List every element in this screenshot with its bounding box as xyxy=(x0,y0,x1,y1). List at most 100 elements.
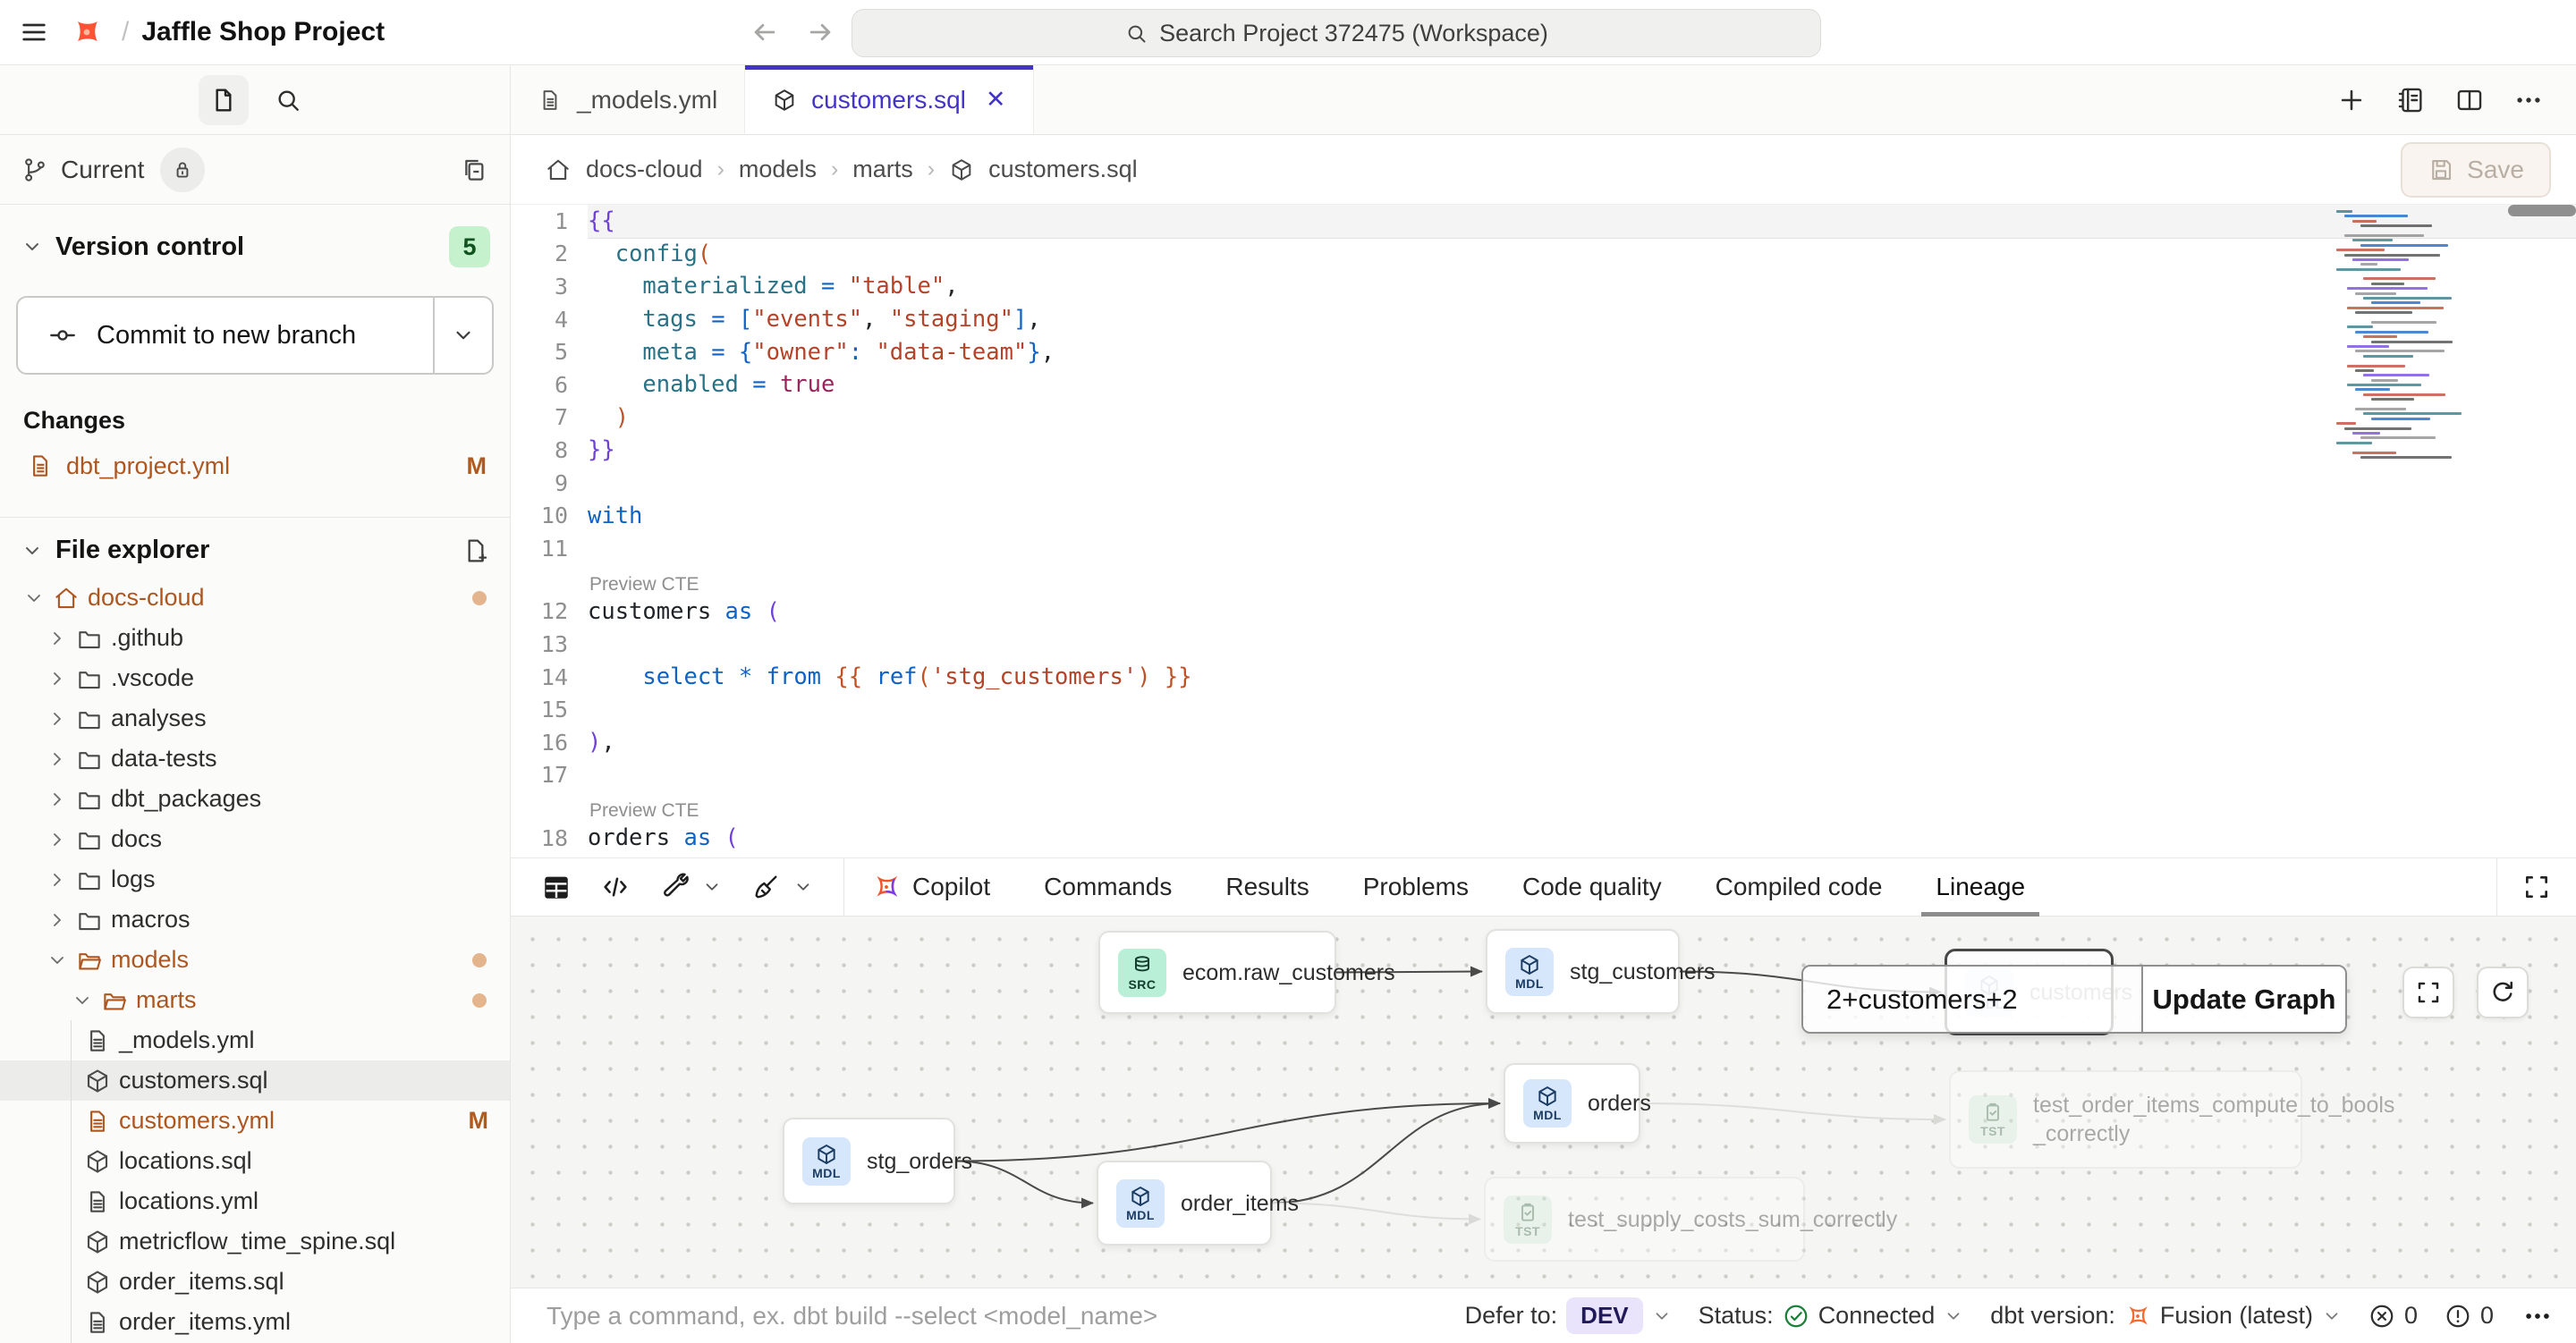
code-lens-annotation[interactable]: Preview CTE xyxy=(511,791,2576,822)
lineage-refresh-button[interactable] xyxy=(2477,967,2529,1018)
dbt-version-selector[interactable]: dbt version: Fusion (latest) xyxy=(1990,1302,2342,1330)
home-icon[interactable] xyxy=(545,156,572,183)
code-line-1[interactable]: 1{{ xyxy=(511,205,2576,238)
status-more-icon[interactable] xyxy=(2522,1301,2553,1331)
breadcrumb-item[interactable]: docs-cloud xyxy=(586,156,703,183)
file-explorer-header[interactable]: File explorer xyxy=(0,518,510,578)
lineage-node-test_order_items[interactable]: TSTtest_order_items_compute_to_bools _co… xyxy=(1949,1070,2302,1169)
save-button[interactable]: Save xyxy=(2401,142,2551,198)
results-table-icon[interactable] xyxy=(541,872,572,902)
lineage-node-stg_customers[interactable]: MDLstg_customers xyxy=(1486,929,1680,1014)
code-line-3[interactable]: 3 materialized = "table", xyxy=(511,270,2576,303)
chevron-down-icon[interactable] xyxy=(23,587,45,609)
code-icon[interactable] xyxy=(600,872,631,902)
code-editor[interactable]: 1{{2 config(3 materialized = "table",4 t… xyxy=(511,205,2576,857)
new-tab-icon[interactable] xyxy=(2336,85,2367,115)
panel-tab-copilot[interactable]: Copilot xyxy=(844,858,1017,916)
chevron-right-icon[interactable] xyxy=(47,829,68,850)
chevron-down-icon[interactable] xyxy=(72,990,93,1011)
panel-tab-results[interactable]: Results xyxy=(1199,858,1335,916)
tree-item-.github[interactable]: .github xyxy=(0,618,510,658)
lineage-fullscreen-button[interactable] xyxy=(2402,967,2454,1018)
format-broom-icon[interactable] xyxy=(750,872,781,902)
lineage-selector-input[interactable]: 2+customers+2 xyxy=(1803,967,2143,1032)
commit-to-new-branch-button[interactable]: Commit to new branch xyxy=(18,298,433,373)
tree-item-order_items.yml[interactable]: order_items.yml xyxy=(0,1302,510,1342)
panel-tab-problems[interactable]: Problems xyxy=(1336,858,1496,916)
code-line-2[interactable]: 2 config( xyxy=(511,238,2576,271)
forward-arrow-icon[interactable] xyxy=(805,17,835,47)
code-line-6[interactable]: 6 enabled = true xyxy=(511,368,2576,401)
command-input[interactable]: Type a command, ex. dbt build --select <… xyxy=(547,1302,1157,1330)
files-view-button[interactable] xyxy=(199,75,249,125)
tree-item-_models.yml[interactable]: _models.yml xyxy=(0,1020,510,1060)
code-line-9[interactable]: 9 xyxy=(511,467,2576,500)
editor-scrollbar[interactable] xyxy=(2508,205,2576,216)
lineage-node-test_supply_costs[interactable]: TSTtest_supply_costs_sum_correctly xyxy=(1484,1177,1805,1262)
changed-file-row[interactable]: dbt_project.yml M xyxy=(0,442,510,490)
chevron-down-icon[interactable] xyxy=(793,877,813,897)
dbt-logo-icon[interactable] xyxy=(68,13,106,51)
lineage-canvas[interactable]: 2+customers+2 Update Graph SRCecom.raw_c… xyxy=(511,916,2576,1288)
chevron-down-icon[interactable] xyxy=(47,950,68,971)
chevron-down-icon[interactable] xyxy=(702,877,722,897)
commit-options-button[interactable] xyxy=(433,298,492,373)
tree-item-dbt_packages[interactable]: dbt_packages xyxy=(0,779,510,819)
chevron-right-icon[interactable] xyxy=(47,628,68,649)
tree-item-docs[interactable]: docs xyxy=(0,819,510,859)
code-line-15[interactable]: 15 xyxy=(511,693,2576,726)
chevron-right-icon[interactable] xyxy=(47,668,68,689)
problems-errors[interactable]: 0 xyxy=(2368,1302,2418,1330)
tree-item-.vscode[interactable]: .vscode xyxy=(0,658,510,698)
connection-status[interactable]: Status: Connected xyxy=(1699,1302,1964,1330)
tree-item-docs-cloud[interactable]: docs-cloud xyxy=(0,578,510,618)
tree-item-customers.yml[interactable]: customers.ymlM xyxy=(0,1101,510,1141)
tab-customers-sql[interactable]: customers.sql ✕ xyxy=(745,65,1033,134)
split-editor-icon[interactable] xyxy=(2454,85,2485,115)
build-wrench-icon[interactable] xyxy=(659,872,690,902)
chevron-right-icon[interactable] xyxy=(47,789,68,810)
panel-tab-lineage[interactable]: Lineage xyxy=(1909,858,2052,916)
branch-selector[interactable]: Current xyxy=(0,135,510,205)
lineage-node-orders[interactable]: MDLorders xyxy=(1504,1063,1640,1144)
code-line-16[interactable]: 16), xyxy=(511,726,2576,759)
tree-item-order_items.sql[interactable]: order_items.sql xyxy=(0,1262,510,1302)
code-line-5[interactable]: 5 meta = {"owner": "data-team"}, xyxy=(511,335,2576,368)
chevron-right-icon[interactable] xyxy=(47,708,68,730)
tree-item-customers.sql[interactable]: customers.sql xyxy=(0,1060,510,1101)
code-line-17[interactable]: 17 xyxy=(511,759,2576,792)
code-line-14[interactable]: 14 select * from {{ ref('stg_customers')… xyxy=(511,661,2576,694)
update-graph-button[interactable]: Update Graph xyxy=(2143,967,2345,1032)
notebook-icon[interactable] xyxy=(2395,85,2426,115)
code-line-18[interactable]: 18orders as ( xyxy=(511,822,2576,855)
code-line-8[interactable]: 8}} xyxy=(511,434,2576,467)
new-file-icon[interactable] xyxy=(462,536,490,565)
chevron-right-icon[interactable] xyxy=(47,909,68,931)
tree-item-marts[interactable]: marts xyxy=(0,980,510,1020)
chevron-right-icon[interactable] xyxy=(47,748,68,770)
lineage-node-ecom.raw_customers[interactable]: SRCecom.raw_customers xyxy=(1098,931,1336,1014)
chevron-right-icon[interactable] xyxy=(47,869,68,891)
fullscreen-icon[interactable] xyxy=(2522,873,2551,901)
lineage-node-stg_orders[interactable]: MDLstg_orders xyxy=(783,1118,955,1204)
code-line-4[interactable]: 4 tags = ["events", "staging"], xyxy=(511,303,2576,336)
tree-item-locations.yml[interactable]: locations.yml xyxy=(0,1181,510,1221)
more-options-icon[interactable] xyxy=(2513,85,2544,115)
breadcrumb-item[interactable]: models xyxy=(739,156,817,183)
code-line-10[interactable]: 10with xyxy=(511,499,2576,532)
close-tab-icon[interactable]: ✕ xyxy=(986,86,1006,114)
minimap[interactable] xyxy=(2336,210,2470,460)
code-line-13[interactable]: 13 xyxy=(511,628,2576,661)
code-line-7[interactable]: 7 ) xyxy=(511,401,2576,435)
global-search-input[interactable]: Search Project 372475 (Workspace) xyxy=(852,9,1821,57)
copy-icon[interactable] xyxy=(460,156,488,184)
code-lens-annotation[interactable]: Preview CTE xyxy=(511,565,2576,595)
back-arrow-icon[interactable] xyxy=(750,17,780,47)
tab-models-yml[interactable]: _models.yml xyxy=(511,65,745,134)
tree-item-data-tests[interactable]: data-tests xyxy=(0,739,510,779)
search-view-button[interactable] xyxy=(268,80,308,120)
version-control-header[interactable]: Version control 5 xyxy=(0,205,510,276)
hamburger-menu-icon[interactable] xyxy=(20,18,48,46)
tree-item-metricflow_time_spine.sql[interactable]: metricflow_time_spine.sql xyxy=(0,1221,510,1262)
breadcrumb-item[interactable]: marts xyxy=(852,156,913,183)
